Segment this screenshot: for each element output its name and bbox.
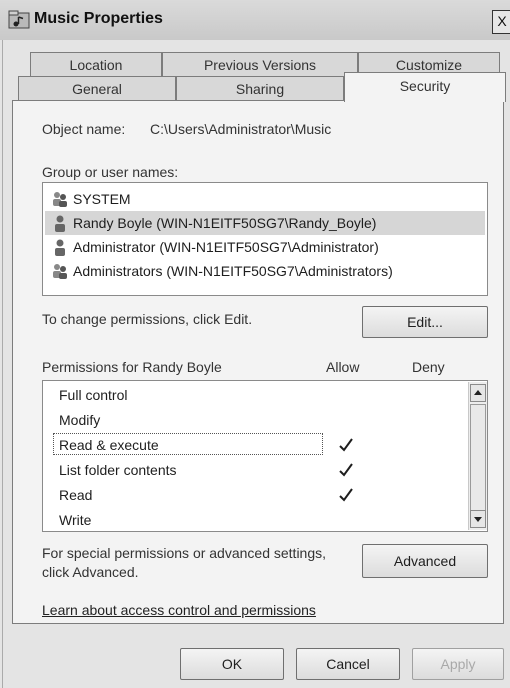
permissions-scrollbar[interactable] xyxy=(468,382,487,530)
object-name-label: Object name: xyxy=(42,121,126,137)
apply-button[interactable]: Apply xyxy=(412,648,504,680)
arrow-down-icon xyxy=(474,517,482,522)
tab-label: Previous Versions xyxy=(203,57,317,73)
permission-name: Read xyxy=(59,487,93,503)
permission-row-modify[interactable]: Modify xyxy=(59,408,100,432)
focus-rectangle xyxy=(53,433,323,455)
tab-label: General xyxy=(72,81,122,97)
tab-label: Security xyxy=(399,78,451,94)
close-button[interactable]: X xyxy=(492,10,510,34)
list-item-randy-boyle[interactable]: Randy Boyle (WIN-N1EITF50SG7\Randy_Boyle… xyxy=(45,211,485,235)
tab-security[interactable]: Security xyxy=(344,72,506,102)
tab-previous-versions[interactable]: Previous Versions xyxy=(162,52,358,76)
allow-column-header: Allow xyxy=(326,359,360,375)
group-users-icon xyxy=(53,264,67,279)
permissions-list[interactable]: Full control Modify Read & execute List … xyxy=(42,380,488,532)
group-or-user-names-label: Group or user names: xyxy=(42,164,179,180)
tab-location[interactable]: Location xyxy=(30,52,162,76)
arrow-up-icon xyxy=(474,390,482,395)
permission-name: Modify xyxy=(59,412,101,428)
permission-name: List folder contents xyxy=(59,462,177,478)
permission-row-full-control[interactable]: Full control xyxy=(59,383,127,407)
permission-row-read[interactable]: Read xyxy=(59,483,92,507)
scroll-down-button[interactable] xyxy=(470,510,486,528)
tab-label: Location xyxy=(69,57,123,73)
special-permissions-text-line1: For special permissions or advanced sett… xyxy=(42,545,327,561)
learn-access-control-link[interactable]: Learn about access control and permissio… xyxy=(42,602,316,618)
tab-label: Customize xyxy=(395,57,463,73)
permission-row-list-folder-contents[interactable]: List folder contents xyxy=(59,458,177,482)
allow-checkmark-icon xyxy=(339,438,353,452)
object-name-value: C:\Users\Administrator\Music xyxy=(150,121,332,137)
permission-name: Full control xyxy=(59,387,128,403)
user-list[interactable]: SYSTEM Randy Boyle (WIN-N1EITF50SG7\Rand… xyxy=(42,182,488,296)
list-item-administrators[interactable]: Administrators (WIN-N1EITF50SG7\Administ… xyxy=(45,259,485,283)
window-title: Music Properties xyxy=(34,10,163,27)
title-bar[interactable]: Music Properties X xyxy=(0,0,510,40)
user-name: Administrator (WIN-N1EITF50SG7\Administr… xyxy=(73,239,379,255)
tab-sharing[interactable]: Sharing xyxy=(176,76,344,100)
user-icon xyxy=(55,239,65,256)
permission-name: Write xyxy=(59,512,92,528)
user-icon xyxy=(55,215,65,232)
close-icon: X xyxy=(497,13,507,29)
window-border xyxy=(2,40,3,688)
user-name: Administrators (WIN-N1EITF50SG7\Administ… xyxy=(73,263,393,279)
permission-row-write[interactable]: Write xyxy=(59,508,91,532)
special-permissions-text-line2: click Advanced. xyxy=(42,564,139,580)
ok-button[interactable]: OK xyxy=(180,648,284,680)
permissions-for-label: Permissions for Randy Boyle xyxy=(42,359,222,375)
folder-music-icon xyxy=(8,10,30,29)
group-users-icon xyxy=(53,192,67,207)
user-name: Randy Boyle (WIN-N1EITF50SG7\Randy_Boyle… xyxy=(73,215,377,231)
allow-checkmark-icon xyxy=(339,488,353,502)
allow-checkmark-icon xyxy=(339,463,353,477)
scroll-thumb[interactable] xyxy=(470,404,486,512)
deny-column-header: Deny xyxy=(412,359,445,375)
advanced-button[interactable]: Advanced xyxy=(362,544,488,578)
list-item-administrator[interactable]: Administrator (WIN-N1EITF50SG7\Administr… xyxy=(45,235,485,259)
user-name: SYSTEM xyxy=(73,191,131,207)
edit-button[interactable]: Edit... xyxy=(362,306,488,338)
properties-window: Music Properties X Location Previous Ver… xyxy=(0,0,510,688)
tab-label: Sharing xyxy=(235,81,285,97)
list-item-system[interactable]: SYSTEM xyxy=(45,187,485,211)
change-permissions-text: To change permissions, click Edit. xyxy=(42,311,253,327)
cancel-button[interactable]: Cancel xyxy=(296,648,400,680)
scroll-up-button[interactable] xyxy=(470,384,486,402)
tab-general[interactable]: General xyxy=(18,76,176,100)
